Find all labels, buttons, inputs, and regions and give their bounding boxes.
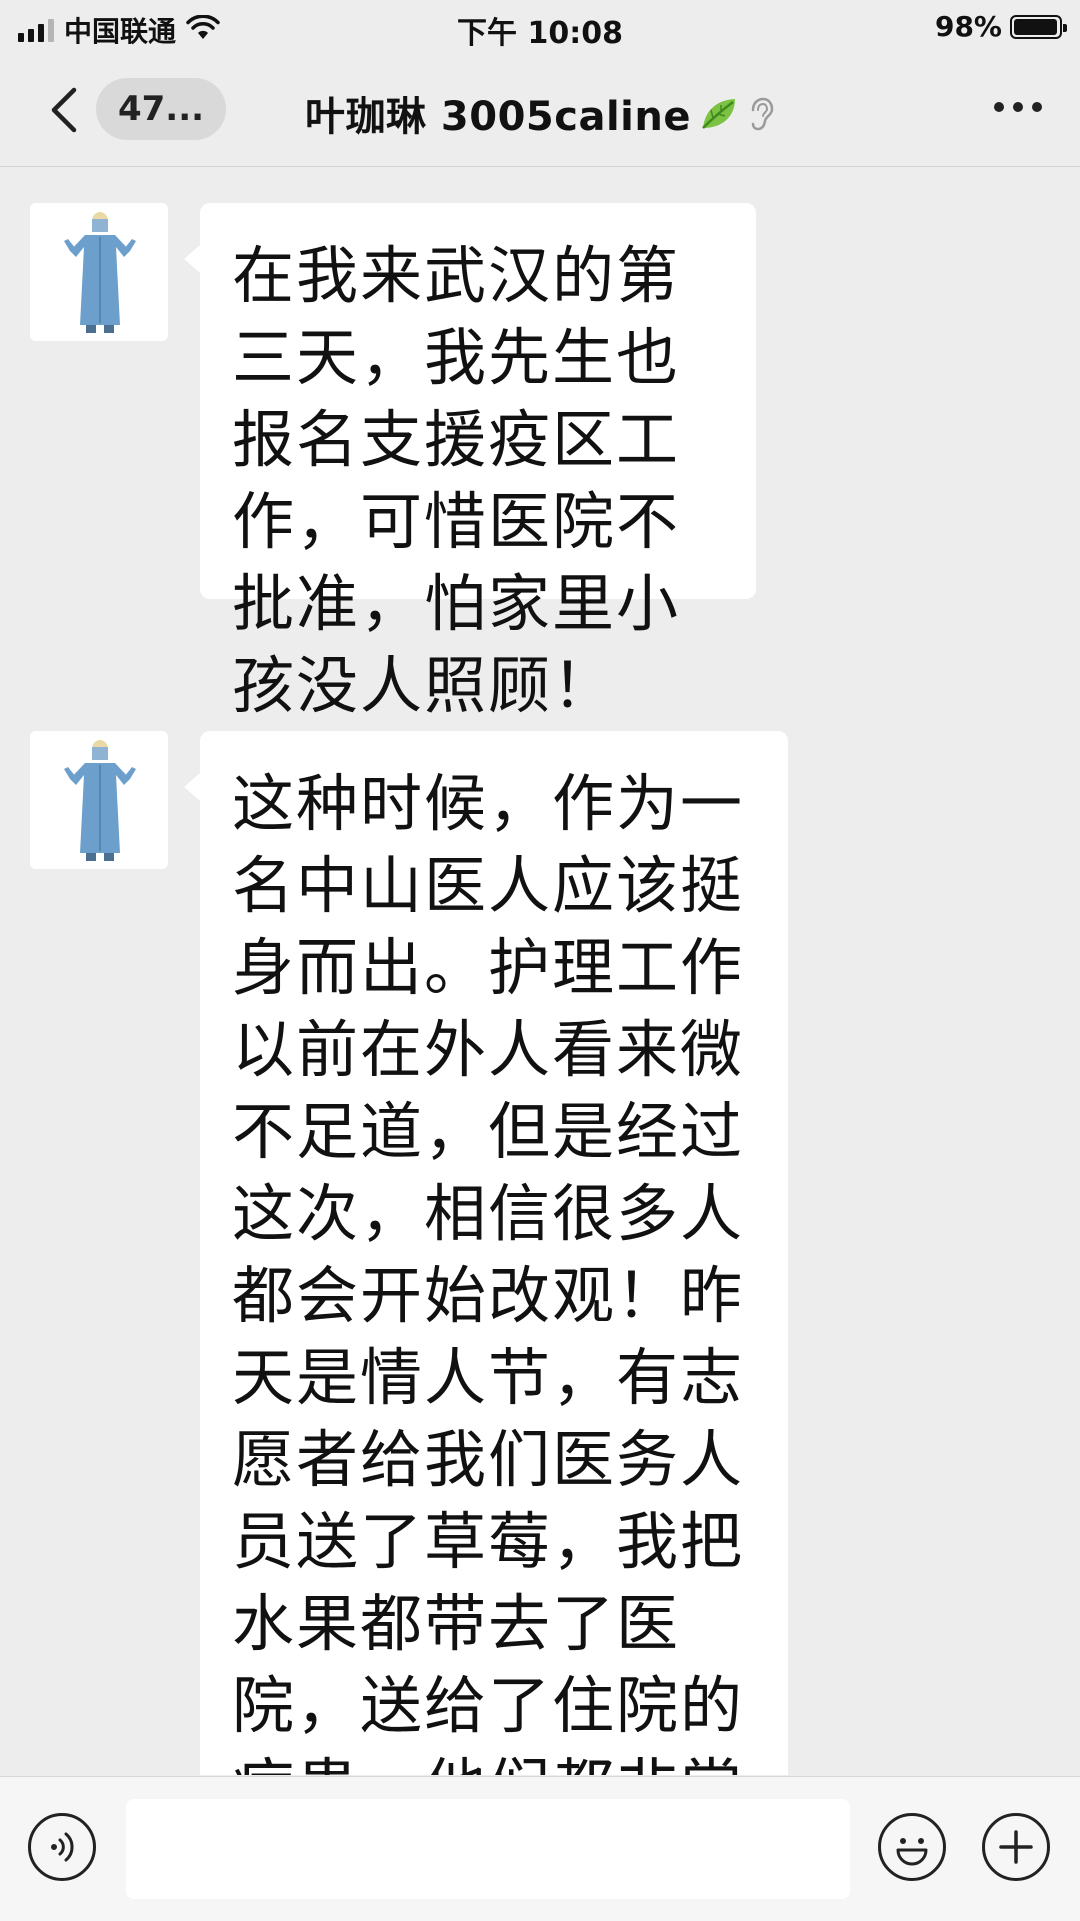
more-options-button[interactable] xyxy=(994,102,1042,112)
voice-button[interactable] xyxy=(28,1813,96,1881)
more-functions-button[interactable] xyxy=(982,1813,1050,1881)
message-list[interactable]: 在我来武汉的第三天，我先生也报名支援疫区工作，可惜医院不批准，怕家里小孩没人照顾… xyxy=(0,167,1080,1775)
status-right: 98% xyxy=(934,10,1067,43)
leaf-icon xyxy=(699,96,739,142)
avatar[interactable] xyxy=(30,203,168,341)
input-bar xyxy=(0,1776,1080,1921)
chat-title-row: 叶珈琳 3005caline xyxy=(0,84,1080,142)
ear-icon xyxy=(747,96,775,142)
message-input[interactable] xyxy=(126,1799,850,1899)
status-bar: 中国联通 下午 10:08 98% xyxy=(0,0,1080,54)
message-bubble[interactable]: 在我来武汉的第三天，我先生也报名支援疫区工作，可惜医院不批准，怕家里小孩没人照顾… xyxy=(184,203,756,722)
emoji-button[interactable] xyxy=(878,1813,946,1881)
more-dots-icon xyxy=(994,102,1004,112)
avatar-image xyxy=(30,731,168,869)
battery-percent: 98% xyxy=(934,10,1002,43)
avatar-image xyxy=(30,203,168,341)
battery-icon xyxy=(1010,14,1067,39)
plus-icon xyxy=(999,1830,1033,1864)
chat-header: 47... 叶珈琳 3005caline xyxy=(0,54,1080,167)
status-time: 下午 10:08 xyxy=(457,16,623,51)
chat-title: 叶珈琳 3005caline xyxy=(305,94,691,140)
emoji-icon xyxy=(896,1838,928,1866)
battery-level xyxy=(1014,18,1058,35)
voice-icon xyxy=(51,1832,74,1862)
message-bubble[interactable]: 这种时候，作为一名中山医人应该挺身而出。护理工作以前在外人看来微不足道，但是经过… xyxy=(184,731,788,1775)
avatar[interactable] xyxy=(30,731,168,869)
